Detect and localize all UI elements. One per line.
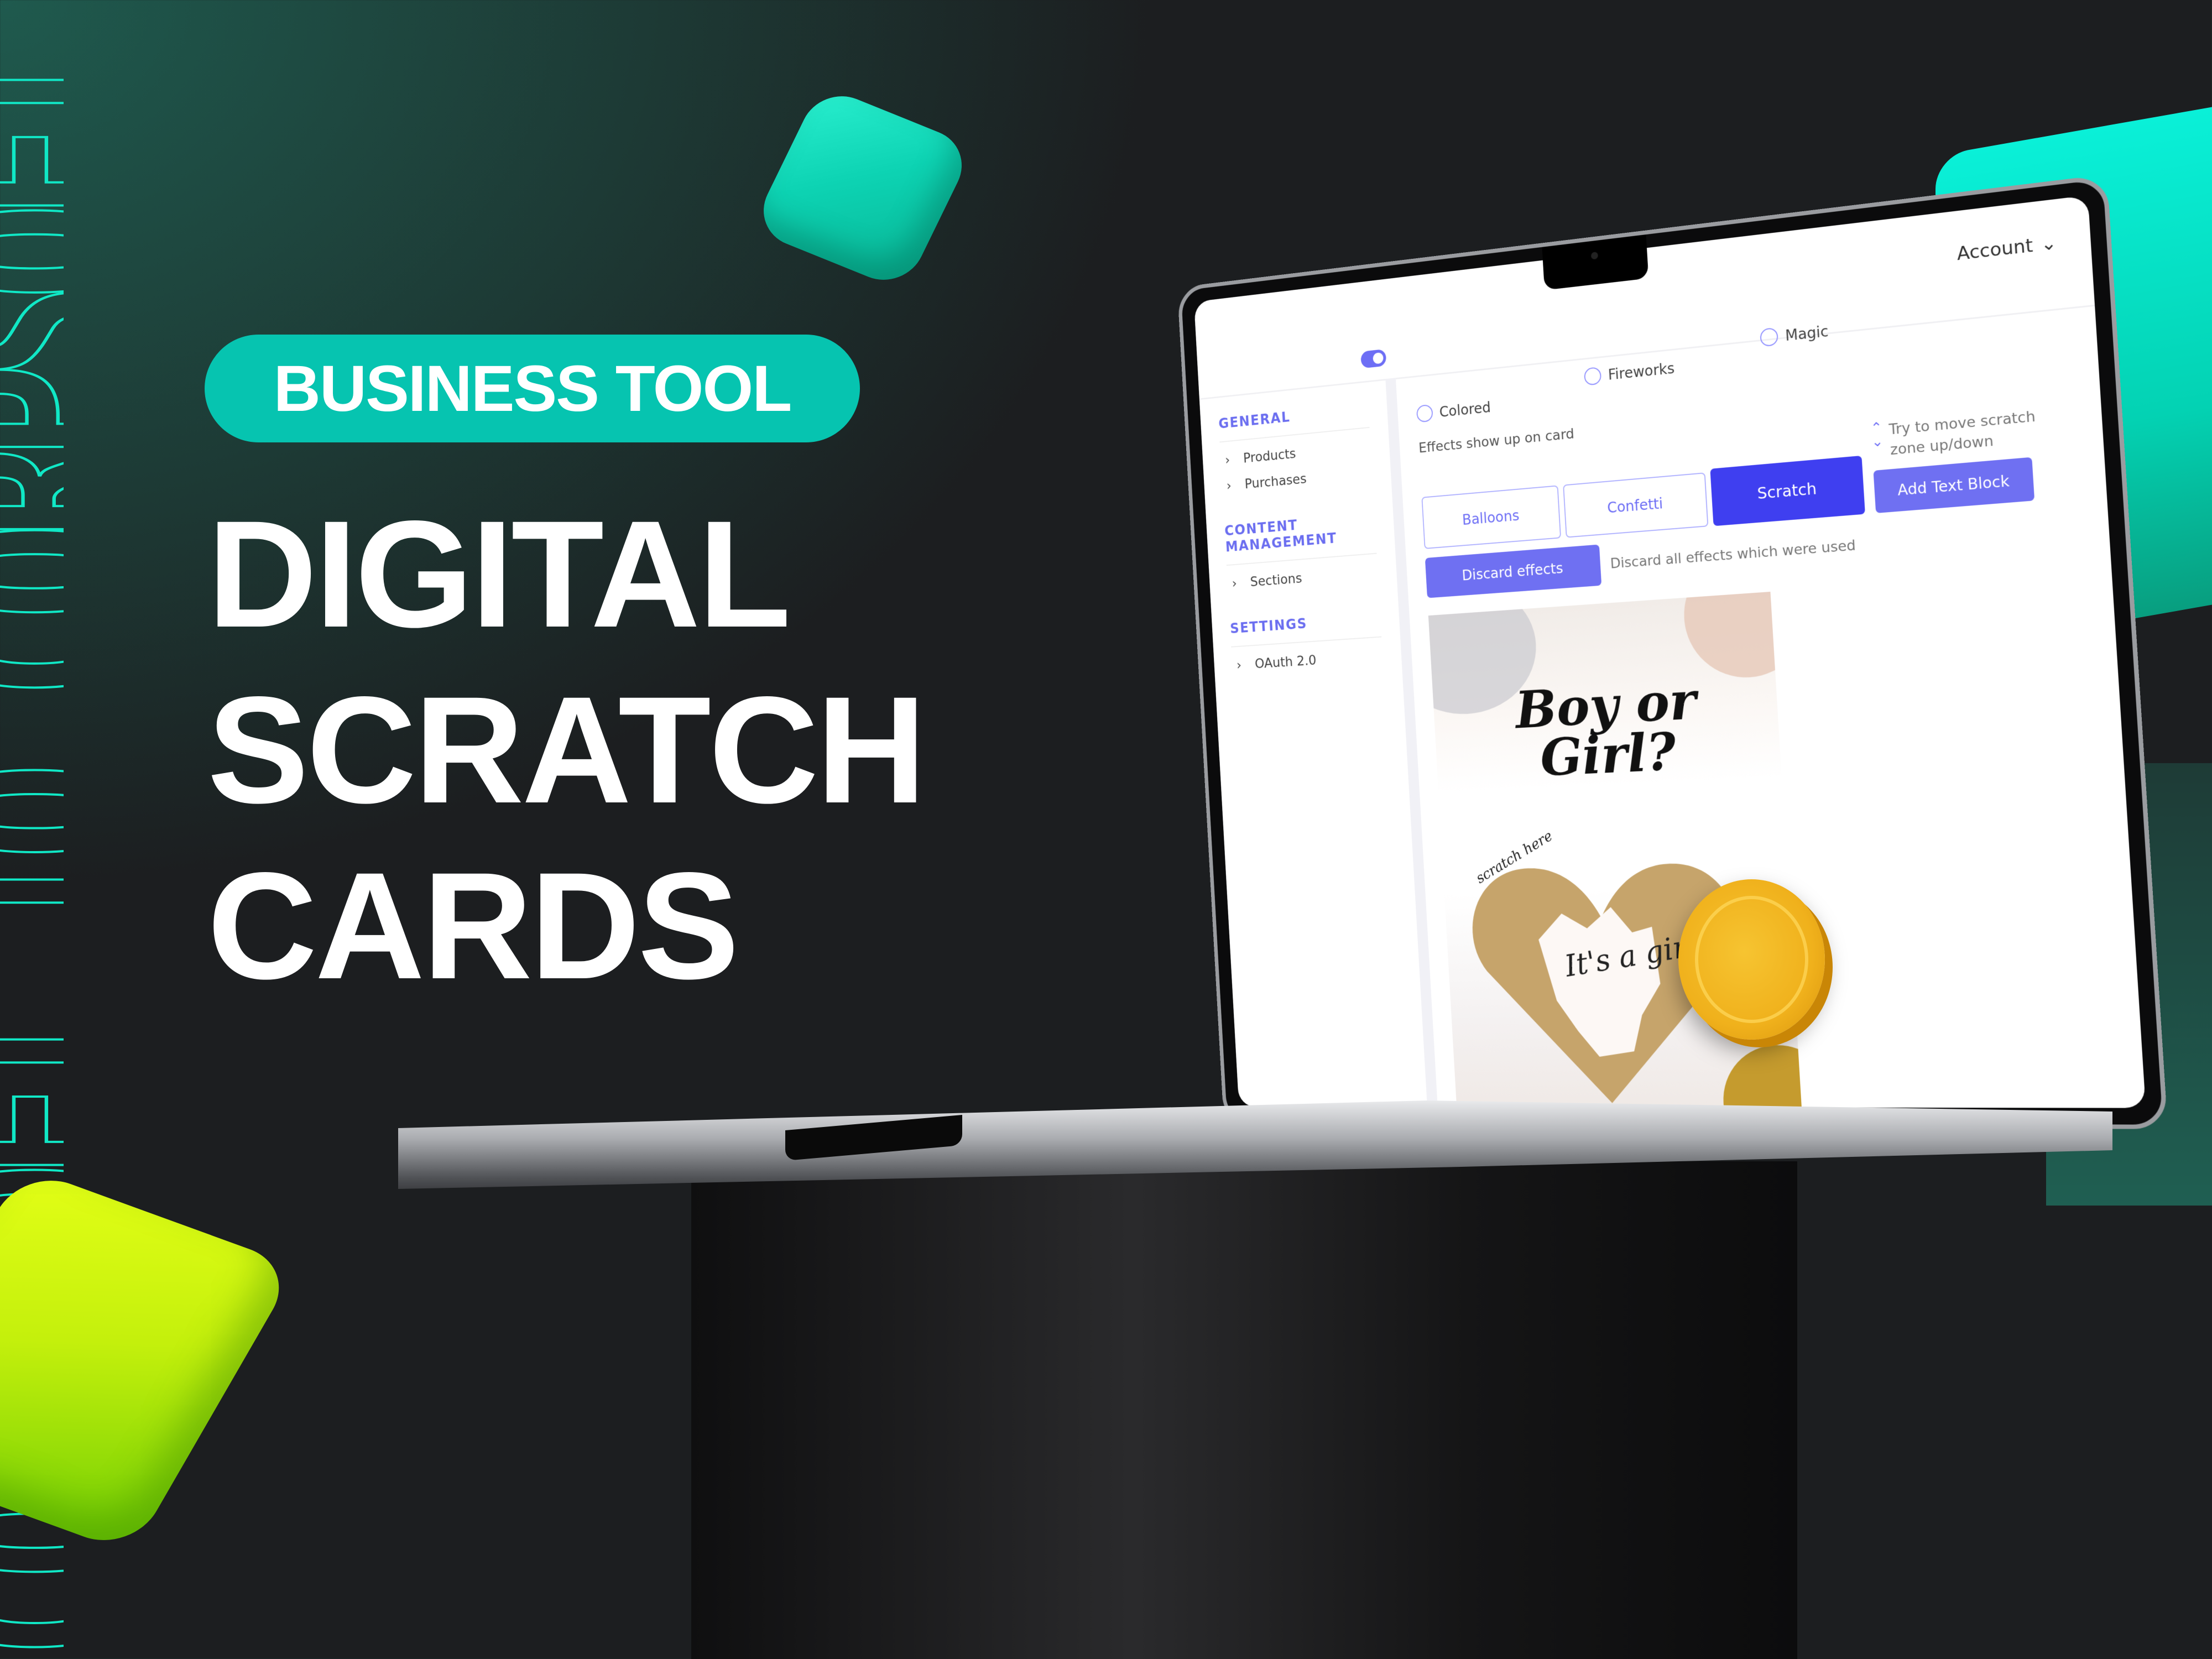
sidebar-section-content-management: CONTENT MANAGEMENT › Sections [1205, 479, 1397, 593]
scratch-hint: Try to move scratch zone up/down [1888, 408, 2036, 458]
card-title: Boy or Girl? [1514, 670, 1700, 788]
radio-label: Magic [1785, 322, 1829, 345]
app-screen: Account ⌄ GENERAL › Products › Purchases [1194, 195, 2146, 1108]
add-text-block-button[interactable]: Add Text Block [1873, 457, 2035, 514]
account-menu[interactable]: Account ⌄ [1957, 232, 2058, 265]
decorative-teal-cube [750, 85, 975, 291]
radio-circle [1583, 367, 1602, 386]
radio-colored[interactable]: Colored [1416, 398, 1491, 423]
promo-headline: DIGITAL SCRATCH CARDS [207, 487, 926, 1014]
section-title: SETTINGS [1228, 580, 1382, 648]
sidebar-section-settings: SETTINGS › OAuth 2.0 [1210, 579, 1401, 675]
pedestal [691, 1161, 1797, 1659]
chevron-down-icon: ⌄ [2039, 232, 2058, 256]
chevron-right-icon: › [1232, 576, 1238, 592]
chevron-down-icon[interactable]: ⌄ [1871, 434, 1884, 451]
radio-fireworks[interactable]: Fireworks [1583, 359, 1675, 386]
chevron-right-icon: › [1236, 657, 1242, 673]
tab-confetti[interactable]: Confetti [1563, 472, 1709, 538]
radio-circle [1760, 327, 1779, 347]
headline-line-3: CARDS [207, 841, 739, 1011]
tab-scratch[interactable]: Scratch [1710, 455, 1865, 526]
badge-label: BUSINESS TOOL [273, 352, 792, 425]
gold-coin-icon [1678, 879, 1825, 1040]
radio-circle [1416, 404, 1433, 423]
account-label: Account [1956, 234, 2034, 265]
radio-label: Fireworks [1607, 359, 1675, 383]
laptop: Account ⌄ GENERAL › Products › Purchases [1109, 171, 2168, 1129]
move-zone-arrows[interactable]: ⌃ ⌄ [1870, 420, 1885, 462]
chevron-right-icon: › [1226, 478, 1232, 494]
radio-label: Colored [1438, 398, 1491, 420]
discard-hint: Discard all effects which were used [1610, 537, 1856, 572]
sidebar-toggle[interactable] [1360, 348, 1387, 369]
section-title: CONTENT MANAGEMENT [1222, 480, 1377, 566]
tab-balloons[interactable]: Balloons [1421, 485, 1562, 549]
headline-line-1: DIGITAL [207, 489, 791, 659]
sidebar-section-general: GENERAL › Products › Purchases [1199, 379, 1391, 495]
business-tool-badge: BUSINESS TOOL [205, 335, 860, 442]
headline-line-2: SCRATCH [207, 665, 926, 835]
decorative-lime-cube [0, 1166, 298, 1554]
laptop-bezel: Account ⌄ GENERAL › Products › Purchases [1177, 174, 2168, 1129]
scratch-hint-row: ⌃ ⌄ Try to move scratch zone up/down [1870, 404, 2067, 462]
card-decor-pink [1680, 592, 1803, 681]
sidebar-item-label: OAuth 2.0 [1254, 653, 1317, 672]
card-title-line-2: Girl? [1538, 721, 1678, 788]
scratch-controls: ⌃ ⌄ Try to move scratch zone up/down Add… [1870, 404, 2070, 514]
chevron-right-icon: › [1224, 452, 1230, 468]
discard-effects-button[interactable]: Discard effects [1425, 544, 1602, 598]
